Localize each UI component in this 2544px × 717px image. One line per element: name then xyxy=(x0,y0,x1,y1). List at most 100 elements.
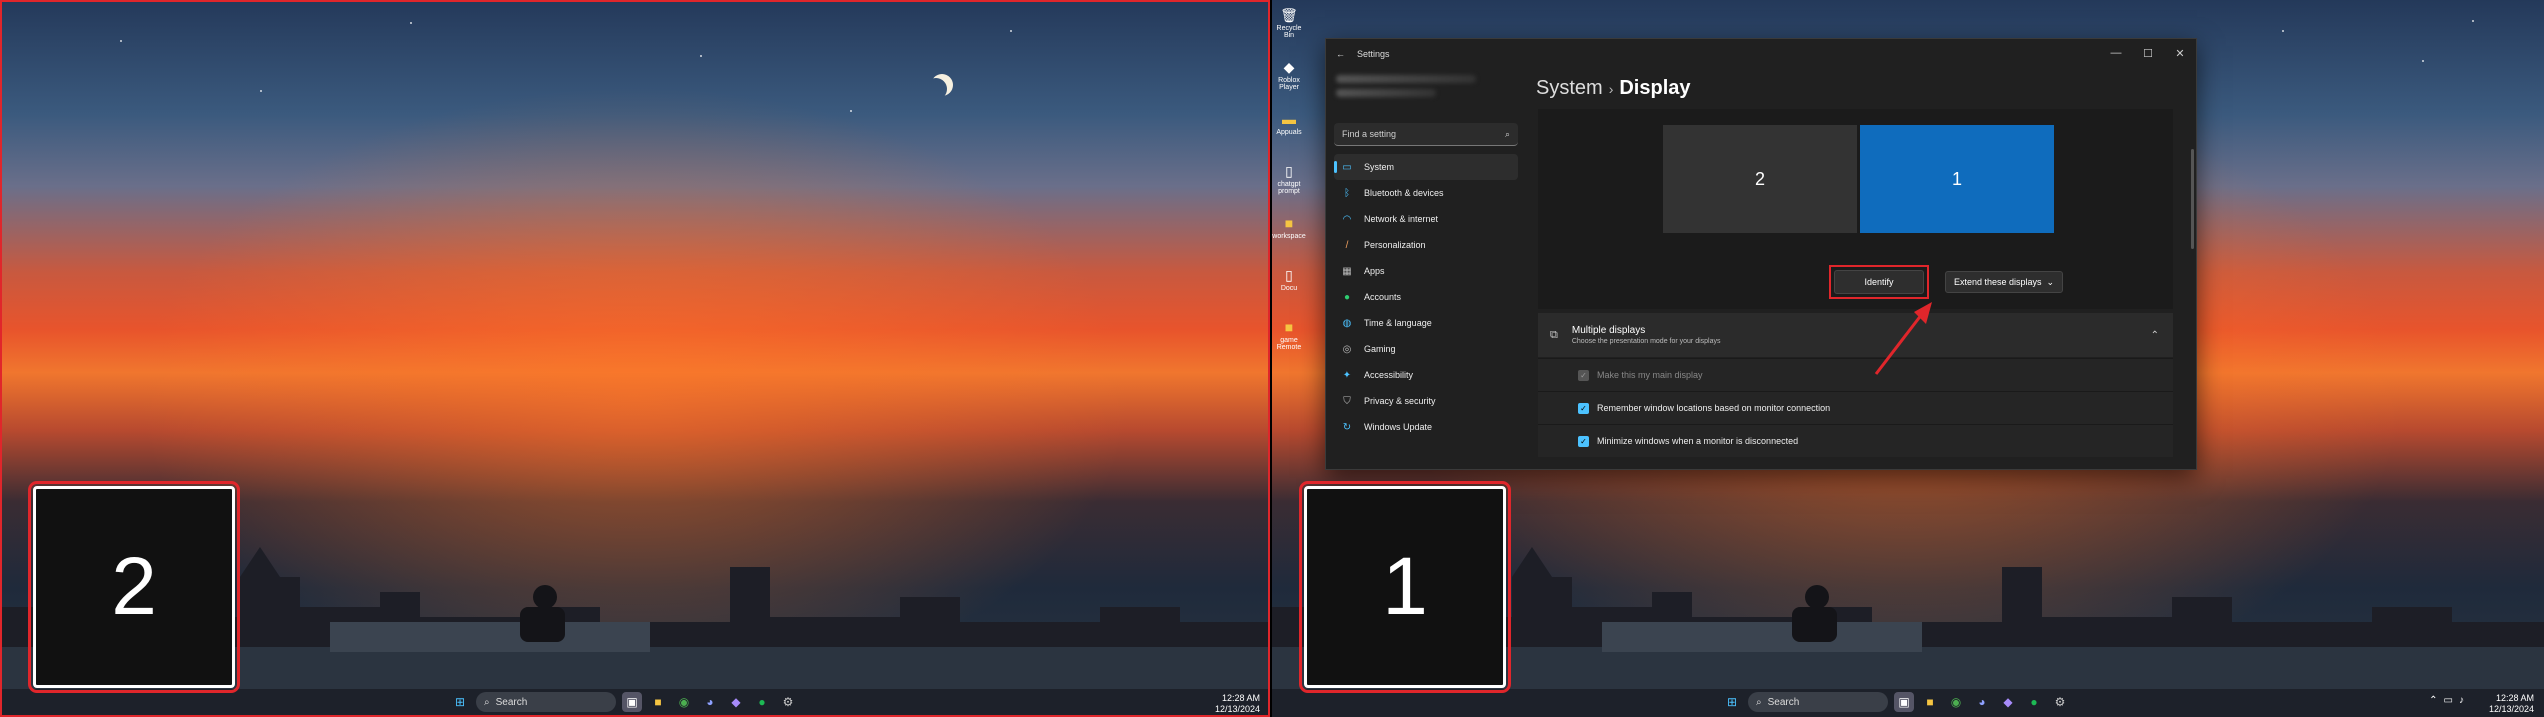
option-remember-locations[interactable]: ✓ Remember window locations based on mon… xyxy=(1538,391,2173,424)
file-explorer-icon[interactable]: ■ xyxy=(1920,692,1940,712)
settings-window: ← Settings — ☐ ✕ Find a setting ⌕ ▭ Syst… xyxy=(1325,38,2197,470)
sidebar-item-bluetooth[interactable]: ᛒ Bluetooth & devices xyxy=(1334,180,1518,206)
extend-displays-dropdown[interactable]: Extend these displays ⌄ xyxy=(1945,271,2063,293)
chevron-right-icon: › xyxy=(1608,81,1614,97)
option-minimize-windows[interactable]: ✓ Minimize windows when a monitor is dis… xyxy=(1538,424,2173,457)
document-icon: ▯ xyxy=(1285,266,1293,283)
sidebar-item-system[interactable]: ▭ System xyxy=(1334,154,1518,180)
app-icon[interactable]: ◆ xyxy=(1998,692,2018,712)
identify-button[interactable]: Identify xyxy=(1834,270,1924,294)
profile-area[interactable] xyxy=(1336,75,1516,115)
chevron-up-icon[interactable]: ⌃ xyxy=(2429,695,2437,706)
app-icon: ▬ xyxy=(1282,111,1296,127)
sidebar-item-time-language[interactable]: ◍ Time & language xyxy=(1334,310,1518,336)
desktop-icon[interactable]: ▬ Appuals xyxy=(1274,106,1304,158)
file-explorer-icon[interactable]: ■ xyxy=(648,692,668,712)
title-bar: ← Settings — ☐ ✕ xyxy=(1326,39,2196,69)
start-button[interactable]: ⊞ xyxy=(450,692,470,712)
taskbar-search[interactable]: ⌕ Search xyxy=(1748,692,1888,712)
roblox-icon: ◆ xyxy=(1283,58,1295,75)
sidebar-item-gaming[interactable]: ◎ Gaming xyxy=(1334,336,1518,362)
breadcrumb-parent[interactable]: System xyxy=(1536,77,1603,99)
annotation-arrow xyxy=(1874,302,1932,375)
settings-icon[interactable]: ⚙ xyxy=(778,692,798,712)
task-view-icon[interactable]: ▣ xyxy=(622,692,642,712)
task-view-icon[interactable]: ▣ xyxy=(1894,692,1914,712)
brush-icon: / xyxy=(1345,239,1349,251)
identify-number: 1 xyxy=(1382,541,1428,632)
minimize-windows-checkbox[interactable]: ✓ xyxy=(1578,435,1589,447)
person-icon: ● xyxy=(1343,291,1351,303)
volume-icon[interactable]: ♪ xyxy=(2459,695,2464,706)
desktop-icon[interactable]: 🗑 Recycle Bin xyxy=(1274,2,1304,54)
maximize-icon[interactable]: ☐ xyxy=(2132,39,2164,67)
spotify-icon[interactable]: ● xyxy=(752,692,772,712)
update-icon: ↻ xyxy=(1342,421,1352,433)
desktop-icon[interactable]: ■ workspace xyxy=(1272,210,1305,262)
taskbar-clock[interactable]: 12:28 AM 12/13/2024 xyxy=(1215,693,1260,715)
sidebar-item-network[interactable]: ◠ Network & internet xyxy=(1334,206,1518,232)
app-icon[interactable]: ◆ xyxy=(726,692,746,712)
identify-highlight: Identify xyxy=(1829,265,1929,299)
sidebar-item-accessibility[interactable]: ✦ Accessibility xyxy=(1334,362,1518,388)
discord-icon[interactable]: ◕ xyxy=(700,692,720,712)
multiple-displays-title: Multiple displays xyxy=(1571,325,1646,336)
identify-number: 2 xyxy=(111,541,157,632)
globe-icon: ◍ xyxy=(1342,317,1352,329)
monitor-left: 2 ⊞ ⌕ Search ▣ ■ ◉ ◕ ◆ ● ⚙ 12:28 AM 12/1… xyxy=(0,0,1270,717)
remember-locations-checkbox[interactable]: ✓ xyxy=(1578,402,1589,414)
taskbar: ⊞ ⌕ Search ▣ ■ ◉ ◕ ◆ ● ⚙ 12:28 AM 12/13/… xyxy=(0,689,1270,717)
sidebar-item-personalization[interactable]: / Personalization xyxy=(1334,232,1518,258)
taskbar-clock[interactable]: 12:28 AM 12/13/2024 xyxy=(2489,693,2534,715)
sidebar-item-windows-update[interactable]: ↻ Windows Update xyxy=(1334,414,1518,440)
settings-sidebar: Find a setting ⌕ ▭ System ᛒ Bluetooth & … xyxy=(1326,69,1526,469)
taskbar: ⊞ ⌕ Search ▣ ■ ◉ ◕ ◆ ● ⚙ ⌃ ▭ ♪ 12:28 AM … xyxy=(1272,689,2544,717)
page-title: Display xyxy=(1619,77,1691,99)
display-1-tile[interactable]: 1 xyxy=(1860,125,2054,233)
taskbar-search[interactable]: ⌕ Search xyxy=(476,692,616,712)
discord-icon[interactable]: ◕ xyxy=(1972,692,1992,712)
sidebar-item-privacy[interactable]: ⛉ Privacy & security xyxy=(1334,388,1518,414)
breadcrumb: System › Display xyxy=(1536,77,1691,100)
display-arrangement-panel: 2 1 Identify Extend these displays ⌄ xyxy=(1538,109,2173,309)
chevron-down-icon: ⌄ xyxy=(2046,276,2054,287)
close-icon[interactable]: ✕ xyxy=(2164,39,2196,67)
start-button[interactable]: ⊞ xyxy=(1722,692,1742,712)
multiple-displays-section[interactable]: ⧉ Multiple displays Choose the presentat… xyxy=(1538,313,2173,357)
multiple-displays-subtitle: Choose the presentation mode for your di… xyxy=(1571,338,1721,345)
find-setting-input[interactable]: Find a setting ⌕ xyxy=(1334,123,1518,146)
desktop-icon[interactable]: ▯ Docu xyxy=(1274,262,1304,314)
apps-icon: ▦ xyxy=(1342,265,1352,277)
moon-icon xyxy=(925,78,947,100)
desktop-icon[interactable]: ▯ chatgpt prompt xyxy=(1274,158,1304,210)
chrome-icon[interactable]: ◉ xyxy=(1946,692,1966,712)
back-arrow-icon[interactable]: ← xyxy=(1336,49,1345,59)
clock-time: 12:28 AM xyxy=(2495,693,2534,703)
desktop-icon[interactable]: ◆ Roblox Player xyxy=(1274,54,1304,106)
bluetooth-icon: ᛒ xyxy=(1344,187,1350,199)
shield-icon: ⛉ xyxy=(1343,395,1351,407)
identify-number-overlay: 2 xyxy=(28,481,240,693)
desktop-icon[interactable]: ■ game Remote xyxy=(1274,314,1304,366)
network-icon[interactable]: ▭ xyxy=(2444,695,2453,706)
option-main-display: ✓ Make this my main display xyxy=(1538,358,2173,391)
folder-icon: ■ xyxy=(1284,215,1294,231)
spotify-icon[interactable]: ● xyxy=(2024,692,2044,712)
display-2-tile[interactable]: 2 xyxy=(1663,125,1857,233)
clock-date: 12/13/2024 xyxy=(1214,704,1260,714)
profile-blur xyxy=(1336,89,1436,97)
scrollbar[interactable] xyxy=(2191,149,2194,249)
sidebar-item-accounts[interactable]: ● Accounts xyxy=(1334,284,1518,310)
settings-icon[interactable]: ⚙ xyxy=(2050,692,2070,712)
clock-date: 12/13/2024 xyxy=(2488,704,2534,714)
search-icon: ⌕ xyxy=(484,696,490,708)
document-icon: ▯ xyxy=(1285,162,1293,179)
gamepad-icon: ◎ xyxy=(1342,343,1352,355)
chevron-up-icon[interactable]: ⌃ xyxy=(2151,330,2159,341)
chrome-icon[interactable]: ◉ xyxy=(674,692,694,712)
minimize-icon[interactable]: — xyxy=(2100,39,2132,67)
search-icon: ⌕ xyxy=(1504,128,1510,139)
window-title: Settings xyxy=(1357,49,1390,59)
sidebar-item-apps[interactable]: ▦ Apps xyxy=(1334,258,1518,284)
search-icon: ⌕ xyxy=(1756,696,1762,708)
